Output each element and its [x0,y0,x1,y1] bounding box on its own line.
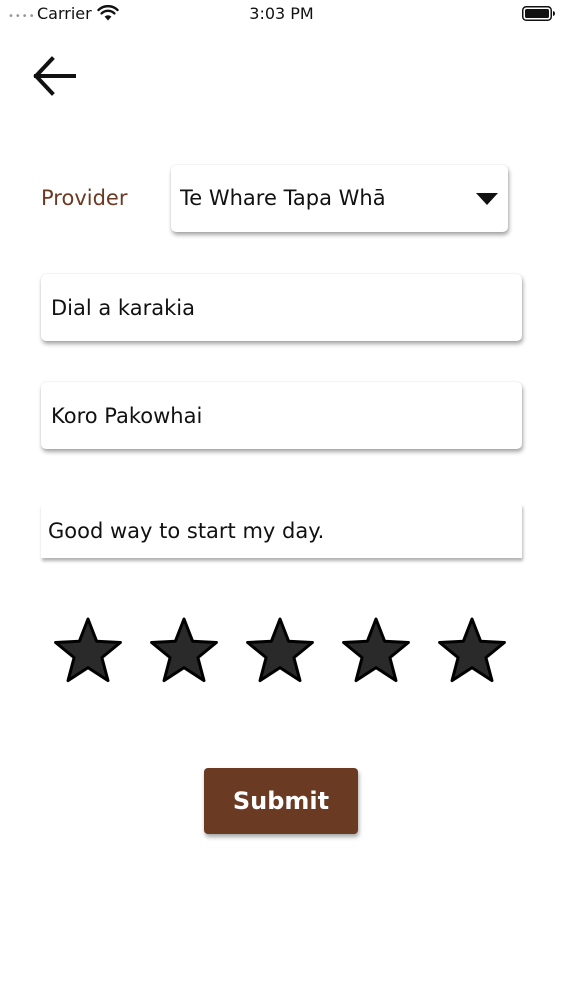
star-rating [52,615,512,691]
comment-field[interactable] [41,504,522,558]
star-icon[interactable] [436,615,508,687]
title-input[interactable] [51,274,511,341]
triangle-down-icon [476,193,498,205]
provider-label: Provider [41,186,128,210]
star-icon[interactable] [52,615,124,687]
star-icon[interactable] [244,615,316,687]
back-button[interactable] [28,52,80,100]
status-time: 3:03 PM [249,4,314,23]
comment-input[interactable] [48,504,516,558]
provider-selected-value: Te Whare Tapa Whā [180,186,386,210]
arrow-left-icon [33,56,76,96]
star-icon[interactable] [340,615,412,687]
provider-dropdown[interactable]: Te Whare Tapa Whā [171,165,508,232]
title-field[interactable] [41,274,522,341]
battery-full-icon [522,6,555,21]
submit-button[interactable]: Submit [204,768,358,834]
name-field[interactable] [41,382,522,449]
name-input[interactable] [51,382,511,449]
star-icon[interactable] [148,615,220,687]
status-bar: •••• Carrier 3:03 PM [0,0,563,28]
